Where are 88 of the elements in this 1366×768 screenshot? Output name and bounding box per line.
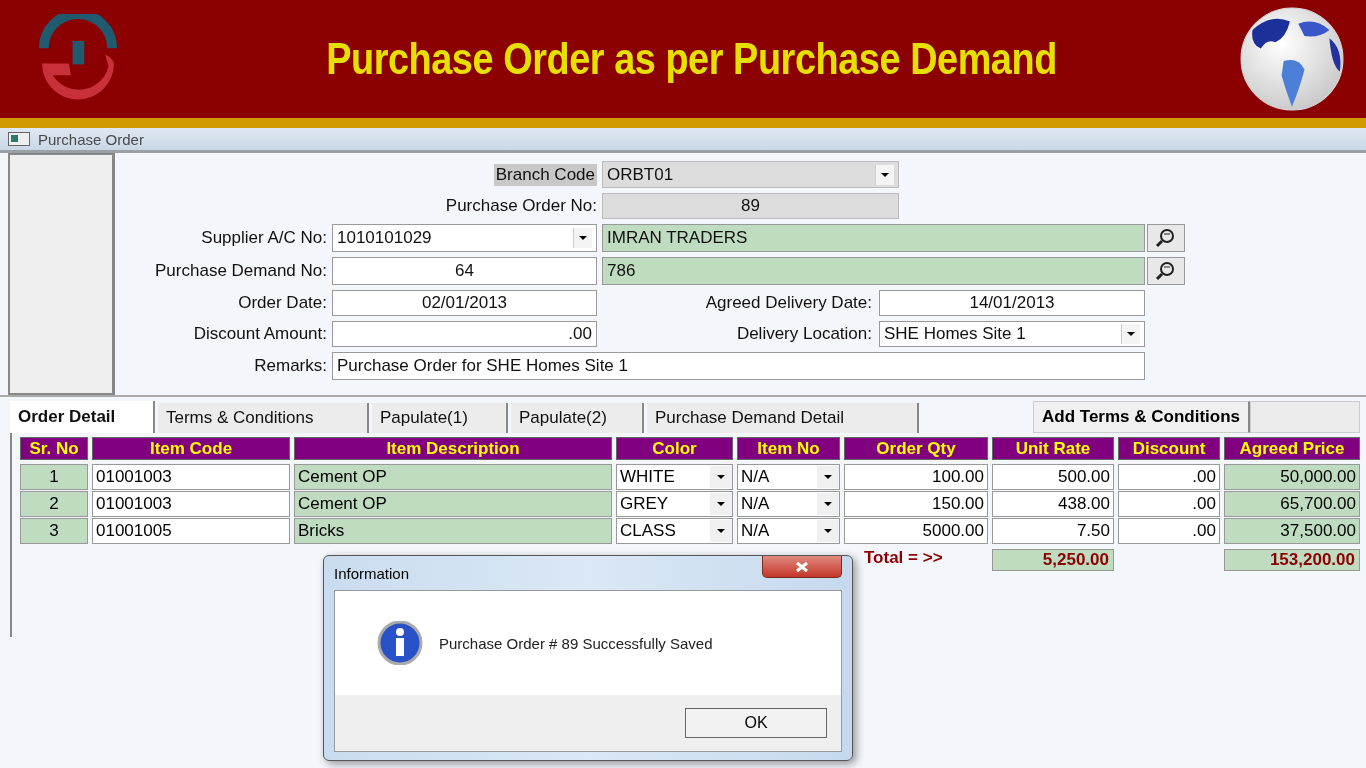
dropdown-field[interactable]: N/A — [737, 491, 840, 517]
input-field[interactable]: 01001003 — [92, 491, 290, 517]
caret-icon — [823, 528, 833, 534]
input-field[interactable]: 150.00 — [844, 491, 988, 517]
input-field[interactable]: 89 — [602, 193, 899, 219]
add-terms-button[interactable]: Add Terms & Conditions — [1033, 401, 1250, 433]
input-field[interactable]: 100.00 — [844, 464, 988, 490]
input-field[interactable]: Purchase Order for SHE Homes Site 1 — [332, 352, 1145, 380]
info-icon — [375, 621, 425, 665]
dropdown-field[interactable]: N/A — [737, 464, 840, 490]
input-field[interactable]: 14/01/2013 — [879, 290, 1145, 316]
input-field[interactable]: 438.00 — [992, 491, 1114, 517]
table-cell: 50,000.00 — [1224, 464, 1360, 490]
input-field[interactable]: 01001003 — [92, 464, 290, 490]
dropdown-field[interactable]: CLASS — [616, 518, 733, 544]
column-header: Agreed Price — [1224, 437, 1360, 460]
window-icon — [8, 132, 30, 146]
total-label: Total = >> — [863, 548, 944, 568]
input-field[interactable]: .00 — [332, 321, 597, 347]
field-label: Agreed Delivery Date: — [705, 293, 872, 313]
caret-icon — [716, 474, 726, 480]
column-header: Order Qty — [844, 437, 988, 460]
column-header: Item Description — [294, 437, 612, 460]
search-icon — [1155, 227, 1177, 249]
column-header: Item No — [737, 437, 840, 460]
search-button[interactable] — [1147, 257, 1185, 285]
close-icon — [795, 560, 809, 573]
input-field[interactable]: 500.00 — [992, 464, 1114, 490]
column-header: Color — [616, 437, 733, 460]
dropdown-field[interactable]: GREY — [616, 491, 733, 517]
input-field[interactable]: .00 — [1118, 518, 1220, 544]
banner-title: Purchase Order as per Purchase Demand — [325, 34, 1058, 84]
caret-icon — [578, 235, 588, 241]
total-value: 153,200.00 — [1224, 549, 1360, 571]
tab[interactable]: Papulate(2) — [511, 403, 644, 433]
tab[interactable]: Purchase Demand Detail — [647, 403, 919, 433]
input-field[interactable]: 01001005 — [92, 518, 290, 544]
search-icon — [1155, 260, 1177, 282]
column-header: Sr. No — [20, 437, 88, 460]
input-field[interactable]: 7.50 — [992, 518, 1114, 544]
input-field[interactable]: .00 — [1118, 464, 1220, 490]
window-title: Purchase Order — [38, 130, 144, 148]
column-header: Discount — [1118, 437, 1220, 460]
globe-icon — [1240, 7, 1344, 111]
table-cell: Cement OP — [294, 491, 612, 517]
dialog-message: Purchase Order # 89 Successfully Saved — [439, 634, 713, 652]
dialog-title: Information — [334, 564, 410, 582]
dropdown-field[interactable]: SHE Homes Site 1 — [879, 321, 1145, 347]
field-label: Purchase Demand No: — [155, 261, 327, 281]
field-label: Branch Code — [493, 163, 597, 186]
table-cell: 1 — [20, 464, 88, 490]
field-label: Remarks: — [254, 356, 327, 376]
caret-icon — [880, 171, 890, 178]
table-cell: 3 — [20, 518, 88, 544]
input-field[interactable]: 786 — [602, 257, 1145, 285]
dropdown-field[interactable]: N/A — [737, 518, 840, 544]
field-label: Supplier A/C No: — [201, 228, 327, 248]
close-button[interactable] — [762, 556, 842, 578]
caret-icon — [823, 474, 833, 480]
total-value: 5,250.00 — [992, 549, 1114, 571]
tab[interactable]: Terms & Conditions — [158, 403, 369, 433]
table-cell: 65,700.00 — [1224, 491, 1360, 517]
dropdown-field[interactable]: WHITE — [616, 464, 733, 490]
ok-button[interactable]: OK — [685, 708, 827, 738]
column-header: Unit Rate — [992, 437, 1114, 460]
search-button[interactable] — [1147, 224, 1185, 252]
field-label: Delivery Location: — [736, 324, 872, 344]
table-cell: 37,500.00 — [1224, 518, 1360, 544]
field-label: Discount Amount: — [193, 324, 327, 344]
caret-icon — [1126, 331, 1136, 337]
field-label: Purchase Order No: — [445, 196, 597, 216]
table-cell: 2 — [20, 491, 88, 517]
input-field[interactable]: IMRAN TRADERS — [602, 224, 1145, 252]
dropdown-field[interactable]: 1010101029 — [332, 224, 597, 252]
tab[interactable]: Order Detail — [10, 401, 155, 433]
input-field[interactable]: 02/01/2013 — [332, 290, 597, 316]
caret-icon — [823, 501, 833, 507]
caret-icon — [716, 501, 726, 507]
input-field[interactable]: .00 — [1118, 491, 1220, 517]
input-field[interactable]: 5000.00 — [844, 518, 988, 544]
table-cell: Bricks — [294, 518, 612, 544]
column-header: Item Code — [92, 437, 290, 460]
input-field[interactable]: 64 — [332, 257, 597, 285]
caret-icon — [716, 528, 726, 534]
field-label: Order Date: — [238, 293, 327, 313]
tab[interactable]: Papulate(1) — [372, 403, 508, 433]
table-cell: Cement OP — [294, 464, 612, 490]
dropdown-field[interactable]: ORBT01 — [602, 161, 899, 188]
